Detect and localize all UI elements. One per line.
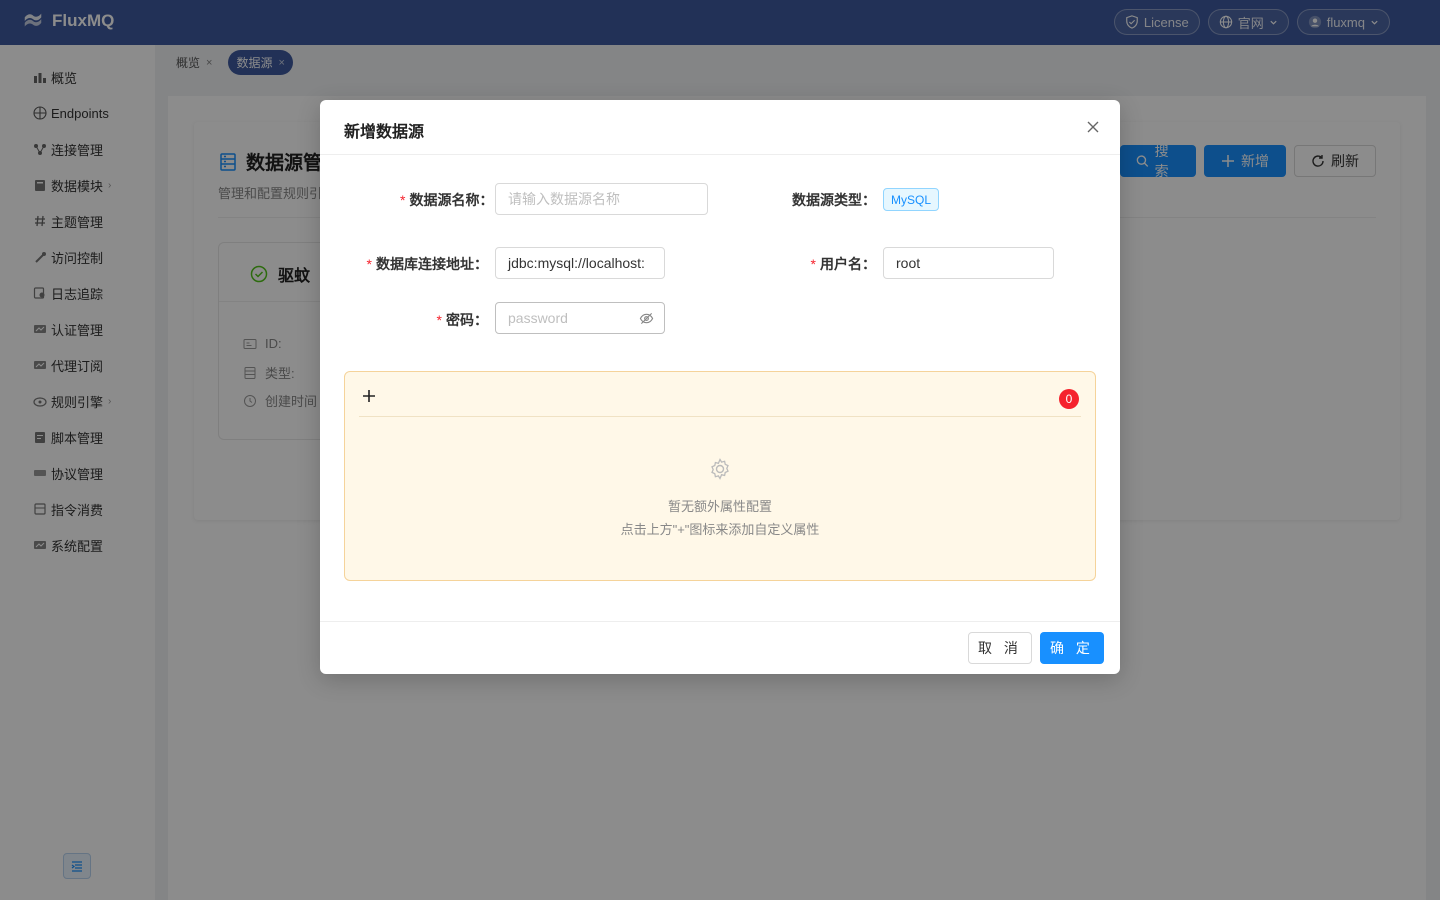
password-label: * 密码： bbox=[420, 310, 488, 330]
username-label: * 用户名： bbox=[800, 254, 876, 274]
plus-icon bbox=[363, 390, 375, 402]
label-colon: ： bbox=[862, 192, 876, 208]
cancel-button[interactable]: 取 消 bbox=[968, 632, 1032, 664]
datasource-name-label-text: 数据源名称 bbox=[409, 192, 480, 208]
required-mark: * bbox=[366, 256, 372, 272]
gear-icon bbox=[708, 457, 732, 481]
required-mark: * bbox=[436, 312, 442, 328]
required-mark: * bbox=[400, 192, 406, 208]
password-input[interactable]: password bbox=[495, 302, 665, 334]
password-placeholder: password bbox=[508, 310, 568, 326]
eye-invisible-icon[interactable] bbox=[639, 311, 654, 326]
modal-footer-divider bbox=[320, 621, 1120, 622]
datasource-type-label: 数据源类型： bbox=[790, 190, 876, 210]
db-url-input[interactable]: jdbc:mysql://localhost: bbox=[495, 247, 665, 279]
password-label-text: 密码 bbox=[446, 312, 474, 328]
properties-divider bbox=[359, 416, 1081, 417]
extra-properties-panel: 0 暂无额外属性配置 点击上方"+"图标来添加自定义属性 bbox=[344, 371, 1096, 581]
label-colon: ： bbox=[474, 312, 488, 328]
datasource-name-label: * 数据源名称： bbox=[400, 190, 493, 210]
add-property-button[interactable] bbox=[361, 388, 377, 404]
empty-properties-hint: 点击上方"+"图标来添加自定义属性 bbox=[620, 522, 820, 537]
username-label-text: 用户名 bbox=[820, 256, 862, 272]
empty-properties-title: 暂无额外属性配置 bbox=[667, 499, 772, 514]
datasource-type-label-text: 数据源类型 bbox=[792, 192, 862, 208]
datasource-type-tag: MySQL bbox=[883, 188, 940, 211]
modal-title: 新增数据源 bbox=[344, 124, 425, 141]
property-count-badge: 0 bbox=[1059, 389, 1079, 409]
db-url-label: * 数据库连接地址： bbox=[360, 254, 488, 274]
confirm-button[interactable]: 确 定 bbox=[1040, 632, 1104, 664]
close-icon bbox=[1087, 121, 1099, 133]
datasource-name-input[interactable]: 请输入数据源名称 bbox=[495, 183, 708, 215]
username-input[interactable]: root bbox=[883, 247, 1054, 279]
required-mark: * bbox=[810, 256, 816, 272]
label-colon: ： bbox=[862, 256, 876, 272]
label-colon: ： bbox=[479, 192, 494, 208]
label-colon: ： bbox=[474, 256, 488, 272]
db-url-label-text: 数据库连接地址 bbox=[376, 256, 474, 272]
modal-close-button[interactable] bbox=[1084, 118, 1102, 136]
modal-header-divider bbox=[320, 154, 1120, 155]
add-datasource-modal: 新增数据源 * 数据源名称： 请输入数据源名称 数据源类型： MySQL * 数据库… bbox=[320, 100, 1120, 674]
